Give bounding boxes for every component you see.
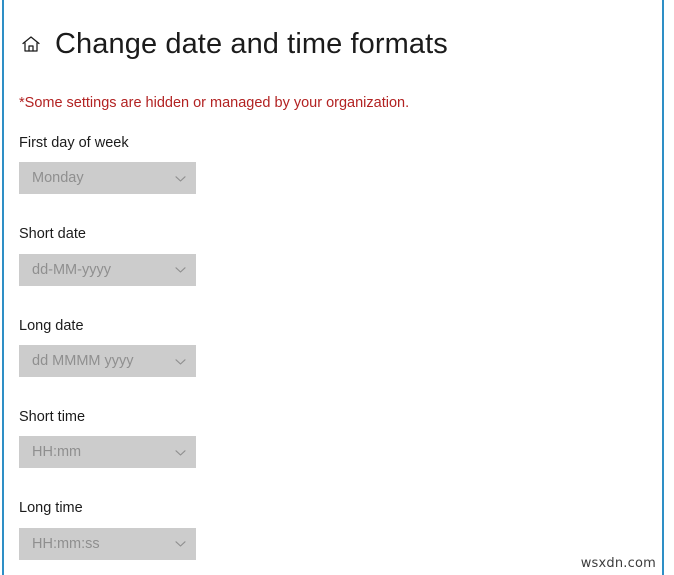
dropdown-long-time[interactable]: HH:mm:ss (19, 528, 196, 560)
watermark: wsxdn.com (581, 556, 656, 571)
field-group-short-date: Short date dd-MM-yyyy (19, 226, 674, 285)
dropdown-short-date[interactable]: dd-MM-yyyy (19, 254, 196, 286)
page-header: Change date and time formats (19, 22, 674, 66)
field-group-first-day-of-week: First day of week Monday (19, 135, 674, 194)
dropdown-value: dd MMMM yyyy (32, 353, 172, 369)
dropdown-value: HH:mm (32, 444, 172, 460)
home-icon[interactable] (19, 32, 43, 56)
field-group-short-time: Short time HH:mm (19, 409, 674, 468)
chevron-down-icon (172, 353, 188, 369)
field-group-long-time: Long time HH:mm:ss (19, 500, 674, 559)
managed-settings-notice: *Some settings are hidden or managed by … (19, 94, 674, 113)
field-label: First day of week (19, 135, 674, 152)
dropdown-value: HH:mm:ss (32, 536, 172, 552)
field-group-long-date: Long date dd MMMM yyyy (19, 318, 674, 377)
field-label: Long time (19, 500, 674, 517)
chevron-down-icon (172, 536, 188, 552)
dropdown-value: Monday (32, 170, 172, 186)
settings-page: Change date and time formats *Some setti… (0, 0, 674, 575)
field-label: Short date (19, 226, 674, 243)
dropdown-long-date[interactable]: dd MMMM yyyy (19, 345, 196, 377)
chevron-down-icon (172, 170, 188, 186)
dropdown-value: dd-MM-yyyy (32, 262, 172, 278)
dropdown-short-time[interactable]: HH:mm (19, 436, 196, 468)
chevron-down-icon (172, 444, 188, 460)
settings-list: First day of week Monday Short date dd-M… (19, 135, 674, 560)
dropdown-first-day-of-week[interactable]: Monday (19, 162, 196, 194)
field-label: Long date (19, 318, 674, 335)
page-title: Change date and time formats (55, 30, 448, 59)
chevron-down-icon (172, 262, 188, 278)
field-label: Short time (19, 409, 674, 426)
